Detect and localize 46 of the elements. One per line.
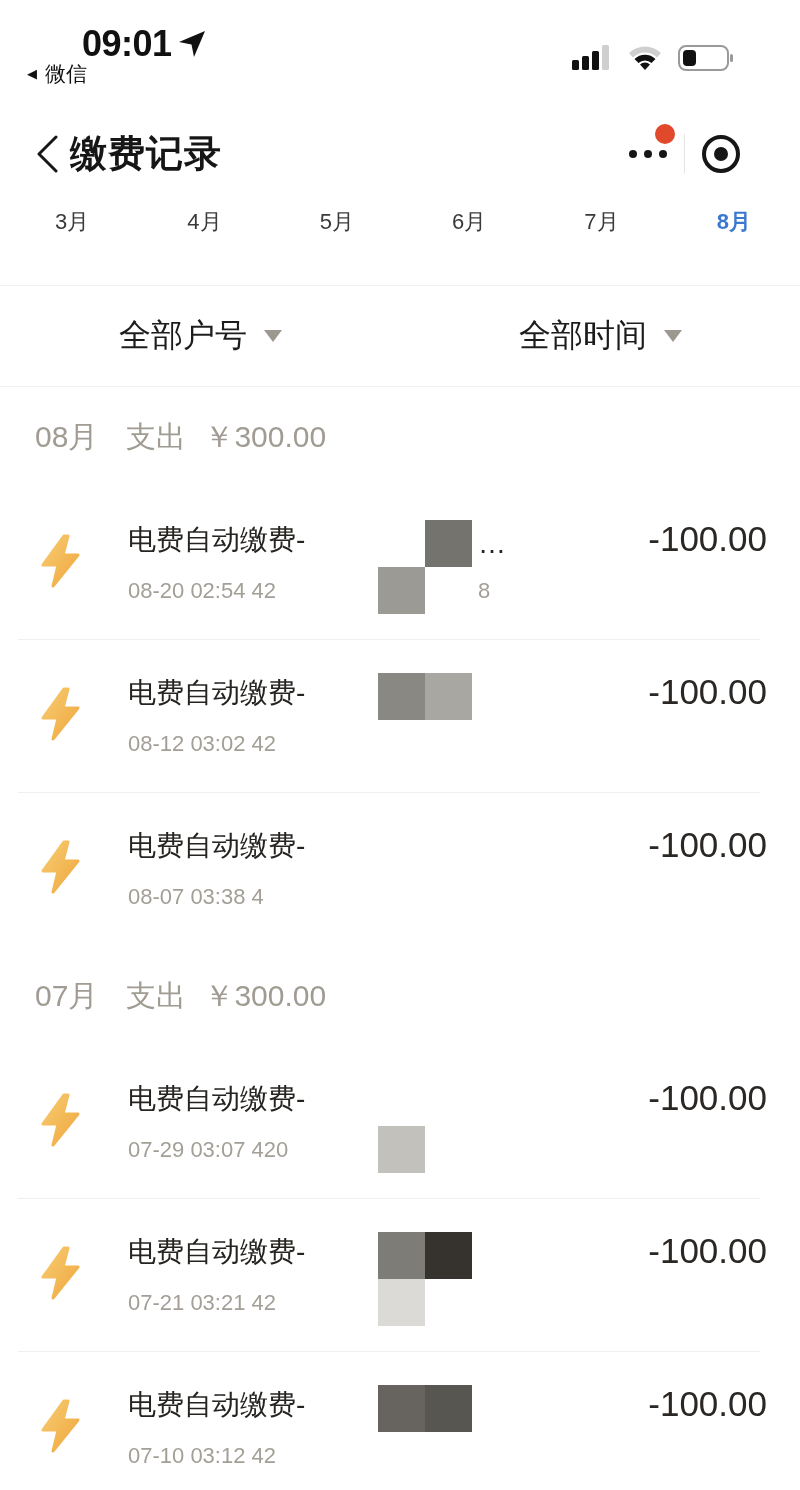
section-type-label: 支出 [126,977,187,1014]
title-tail-text: … [478,527,506,560]
clock-time: 09:01 [82,25,172,62]
back-icon[interactable] [35,135,59,173]
record-detail: 08-12 03:02 42 [128,730,278,758]
target-icon[interactable] [701,134,741,174]
section-total: ￥300.00 [204,418,327,455]
record-title: 电费自动缴费- [128,676,306,710]
record-title: 电费自动缴费- [128,829,306,863]
record-detail: 07-29 03:07 420 [128,1136,290,1164]
section-type-label: 支出 [126,418,187,455]
month-tab[interactable]: 5月 [319,198,354,246]
record-title: 电费自动缴费- [128,523,306,557]
more-icon[interactable] [628,149,668,159]
battery-icon [678,45,734,71]
month-tab[interactable]: 4月 [187,198,222,246]
location-arrow-icon [177,29,206,58]
signal-icon [572,45,612,70]
record-amount: -100.00 [648,671,767,710]
record-amount: -100.00 [648,1077,767,1116]
month-tab[interactable]: 3月 [55,198,90,246]
filter-dropdown[interactable]: 全部时间 [518,314,682,358]
page-title: 缴费记录 [70,132,222,176]
record-detail: 08-07 03:38 4 [128,883,265,911]
section-month: 07月 [35,977,99,1014]
caret-icon [663,330,682,342]
month-tab[interactable]: 8月 [716,198,751,246]
record-title: 电费自动缴费- [128,1235,306,1269]
record-amount: -100.00 [648,1383,767,1422]
record-detail: 08-20 02:54 42 [128,577,278,605]
wifi-icon [628,45,662,70]
back-to-app-button[interactable]: ◀ 微信 [27,62,87,86]
record-detail: 07-10 03:12 42 [128,1442,278,1470]
record-amount: -100.00 [648,1230,767,1269]
record-amount: -100.00 [648,518,767,557]
detail-tail-text: 8 [478,577,491,604]
section-total: ￥300.00 [204,977,327,1014]
record-detail: 07-21 03:21 42 [128,1289,278,1317]
record-amount: -100.00 [648,824,767,863]
section-month: 08月 [35,418,99,455]
caret-icon [263,330,282,342]
record-title: 电费自动缴费- [128,1388,306,1422]
record-title: 电费自动缴费- [128,1082,306,1116]
month-tab[interactable]: 6月 [452,198,487,246]
filter-dropdown[interactable]: 全部户号 [118,314,282,358]
month-tab[interactable]: 7月 [584,198,619,246]
